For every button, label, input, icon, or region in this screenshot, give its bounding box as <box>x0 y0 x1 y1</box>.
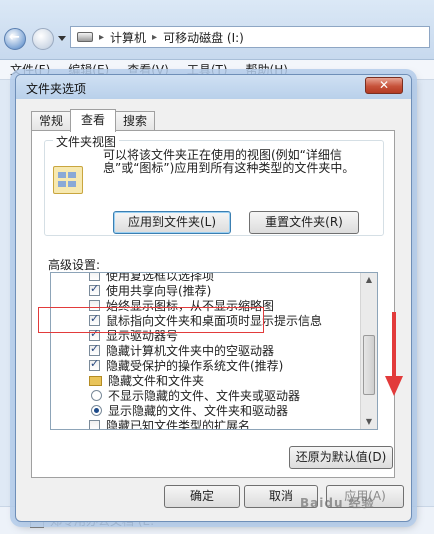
tab-strip: 常规 查看 搜索 <box>31 109 156 132</box>
checkbox[interactable] <box>89 420 100 429</box>
advanced-settings-items: 使用复选框以选择项使用共享向导(推荐)始终显示图标，从不显示缩略图鼠标指向文件夹… <box>51 273 361 430</box>
breadcrumb-computer[interactable]: 计算机 <box>110 29 146 46</box>
forward-button[interactable] <box>32 28 54 50</box>
checkbox[interactable] <box>89 357 100 371</box>
red-arrow-icon <box>385 312 403 396</box>
folder-view-icon <box>53 166 83 194</box>
folder-options-dialog: 文件夹选项 ✕ 常规 查看 搜索 文件夹视图 可以将该文件夹正在使用的视图(例如… <box>15 74 412 522</box>
highlight-box <box>38 307 264 333</box>
folder-views-description: 可以将该文件夹正在使用的视图(例如“详细信息”或“图标”)应用到所有这种类型的文… <box>103 148 355 175</box>
breadcrumb-drive[interactable]: 可移动磁盘 (I:) <box>163 29 244 46</box>
advanced-setting-item[interactable]: 不显示隐藏的文件、文件夹或驱动器 <box>51 388 361 403</box>
ok-button[interactable]: 确定 <box>164 485 240 508</box>
view-tab-panel: 文件夹视图 可以将该文件夹正在使用的视图(例如“详细信息”或“图标”)应用到所有… <box>31 130 395 478</box>
scroll-up-arrow-icon[interactable]: ▲ <box>363 273 375 287</box>
chevron-right-icon[interactable]: ▸ <box>99 32 104 43</box>
advanced-setting-item[interactable]: 隐藏受保护的操作系统文件(推荐) <box>51 357 361 373</box>
reset-folders-button[interactable]: 重置文件夹(R) <box>249 211 359 234</box>
close-icon: ✕ <box>378 78 390 92</box>
folder-icon <box>89 375 102 386</box>
drive-icon <box>77 32 93 42</box>
advanced-settings-list[interactable]: 使用复选框以选择项使用共享向导(推荐)始终显示图标，从不显示缩略图鼠标指向文件夹… <box>50 272 378 430</box>
apply-to-folders-button[interactable]: 应用到文件夹(L) <box>113 211 231 234</box>
radio-button[interactable] <box>91 405 102 416</box>
address-bar[interactable]: ▸ 计算机 ▸ 可移动磁盘 (I:) <box>70 26 430 48</box>
dialog-title-bar[interactable]: 文件夹选项 ✕ <box>16 75 411 99</box>
dialog-title: 文件夹选项 <box>26 82 87 96</box>
scrollbar[interactable]: ▲ ▼ <box>360 273 377 429</box>
advanced-setting-item[interactable]: 隐藏已知文件类型的扩展名 <box>51 418 361 430</box>
advanced-setting-item[interactable]: 隐藏文件和文件夹 <box>51 373 361 388</box>
checkbox[interactable] <box>89 342 100 356</box>
advanced-setting-item[interactable]: 隐藏计算机文件夹中的空驱动器 <box>51 342 361 358</box>
close-button[interactable]: ✕ <box>365 77 403 94</box>
chevron-right-icon[interactable]: ▸ <box>152 32 157 43</box>
history-dropdown-icon[interactable] <box>58 36 66 41</box>
scroll-down-arrow-icon[interactable]: ▼ <box>363 415 375 429</box>
checkbox[interactable] <box>89 273 100 281</box>
tab-view[interactable]: 查看 <box>70 109 117 132</box>
restore-defaults-button[interactable]: 还原为默认值(D) <box>289 446 393 469</box>
tab-general[interactable]: 常规 <box>31 111 72 131</box>
tab-search[interactable]: 搜索 <box>115 111 156 131</box>
watermark: Baidu 经验 <box>300 496 375 510</box>
checkbox[interactable] <box>89 282 100 296</box>
advanced-settings-label: 高级设置: <box>48 258 101 272</box>
advanced-setting-label: 隐藏已知文件类型的扩展名 <box>106 419 251 430</box>
back-button[interactable] <box>4 28 26 50</box>
advanced-setting-item[interactable]: 使用共享向导(推荐) <box>51 282 361 298</box>
scrollbar-thumb[interactable] <box>363 335 375 395</box>
advanced-setting-item[interactable]: 显示隐藏的文件、文件夹和驱动器 <box>51 403 361 418</box>
folder-views-group: 文件夹视图 可以将该文件夹正在使用的视图(例如“详细信息”或“图标”)应用到所有… <box>44 133 384 236</box>
explorer-toolbar: ▸ 计算机 ▸ 可移动磁盘 (I:) <box>0 0 434 60</box>
radio-button[interactable] <box>91 390 102 401</box>
